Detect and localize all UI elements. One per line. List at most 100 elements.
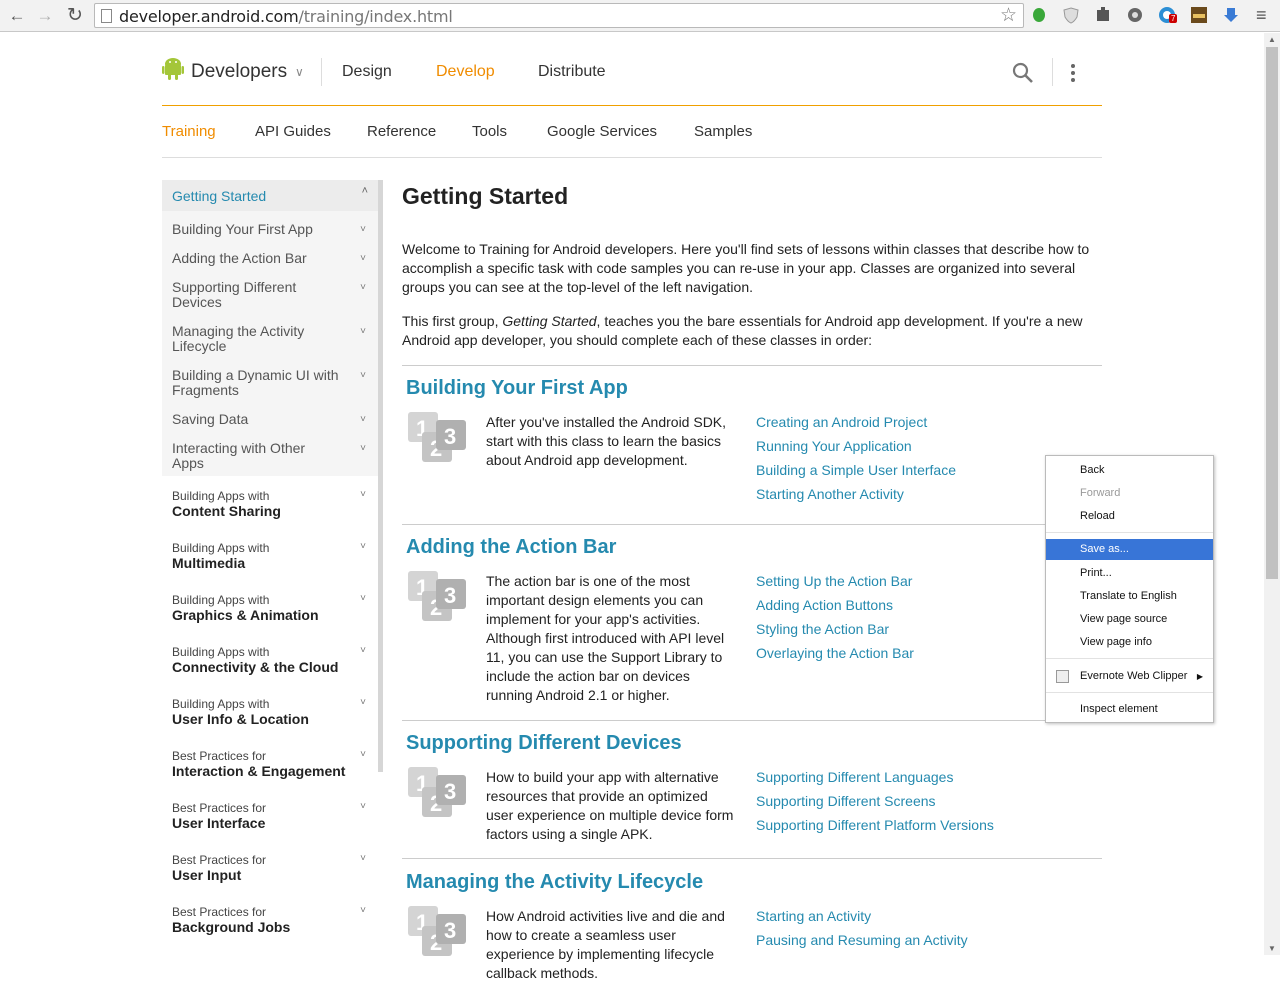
nav-item-different-devices[interactable]: Supporting Different Devices (172, 280, 312, 310)
chevron-down-icon[interactable]: ˅ (360, 697, 366, 708)
chevron-up-icon[interactable]: ˄ (362, 185, 368, 197)
lesson-link[interactable]: Adding Action Buttons (756, 593, 1076, 617)
globe-icon[interactable]: 7 (1158, 6, 1178, 24)
lesson-link[interactable]: Overlaying the Action Bar (756, 641, 1076, 665)
chevron-down-icon[interactable]: ˅ (360, 645, 366, 656)
nav-group-connectivity[interactable]: Building Apps with Connectivity & the Cl… (172, 645, 352, 675)
lesson-link[interactable]: Pausing and Resuming an Activity (756, 928, 1076, 952)
lesson-link[interactable]: Supporting Different Screens (756, 789, 1076, 813)
reload-button[interactable]: ↻ (64, 5, 86, 27)
lesson-link[interactable]: Supporting Different Languages (756, 765, 1076, 789)
evernote-icon[interactable] (1030, 6, 1048, 24)
nav-group-multimedia[interactable]: Building Apps with Multimedia (172, 541, 352, 571)
chevron-down-icon[interactable]: ˅ (360, 801, 366, 812)
nav-group-graphics[interactable]: Building Apps with Graphics & Animation (172, 593, 352, 623)
address-bar[interactable]: developer.android.com/training/index.htm… (94, 3, 1024, 28)
ctx-translate[interactable]: Translate to English (1046, 586, 1213, 607)
left-nav: Getting Started ˄ Building Your First Ap… (162, 180, 378, 955)
browser-menu-icon[interactable]: ≡ (1256, 5, 1267, 26)
chevron-down-icon[interactable]: ˅ (360, 905, 366, 916)
nav-item-activity-lifecycle[interactable]: Managing the Activity Lifecycle (172, 324, 322, 354)
lesson-link[interactable]: Creating an Android Project (756, 410, 1076, 434)
url-text[interactable]: developer.android.com/training/index.htm… (119, 7, 453, 26)
chevron-down-icon[interactable]: ˅ (360, 749, 366, 760)
tab-google-services[interactable]: Google Services (547, 123, 657, 140)
gear-icon[interactable] (1126, 6, 1144, 24)
ctx-back[interactable]: Back (1046, 460, 1213, 481)
ctx-view-info[interactable]: View page info (1046, 632, 1213, 653)
nav-group-content-sharing[interactable]: Building Apps with Content Sharing (172, 489, 352, 519)
page-scrollbar[interactable]: ▲ ▼ (1264, 33, 1280, 955)
chevron-down-icon[interactable]: ˅ (360, 253, 366, 264)
ctx-print[interactable]: Print... (1046, 563, 1213, 584)
tab-training[interactable]: Training (162, 123, 216, 140)
chevron-down-icon[interactable]: ˅ (360, 370, 366, 381)
tab-reference[interactable]: Reference (367, 123, 436, 140)
nav-item-other-apps[interactable]: Interacting with Other Apps (172, 441, 322, 471)
nav-group-background-jobs[interactable]: Best Practices for Background Jobs (172, 905, 352, 935)
lesson-steps-icon: 1 2 3 (408, 906, 466, 956)
back-button[interactable]: ← (6, 5, 28, 27)
nav-group-interaction[interactable]: Best Practices for Interaction & Engagem… (172, 749, 352, 779)
nav-group-user-info[interactable]: Building Apps with User Info & Location (172, 697, 352, 727)
forward-button[interactable]: → (34, 5, 56, 27)
nav-distribute[interactable]: Distribute (538, 63, 606, 81)
tab-api-guides[interactable]: API Guides (255, 123, 331, 140)
lesson-link[interactable]: Supporting Different Platform Versions (756, 813, 1076, 837)
nav-item-saving-data[interactable]: Saving Data (172, 412, 342, 427)
ctx-evernote[interactable]: Evernote Web Clipper ▶ (1046, 666, 1213, 687)
section-description: How to build your app with alternative r… (486, 769, 734, 842)
chevron-down-icon[interactable]: ˅ (360, 853, 366, 864)
chevron-down-icon[interactable]: ˅ (360, 282, 366, 293)
section-links: Starting an Activity Pausing and Resumin… (756, 904, 1076, 952)
bookmark-star-icon[interactable]: ☆ (1000, 4, 1017, 27)
ctx-reload[interactable]: Reload (1046, 506, 1213, 527)
more-vert-icon[interactable] (1070, 63, 1076, 83)
ctx-inspect[interactable]: Inspect element (1046, 699, 1213, 720)
nav-item-building-first-app[interactable]: Building Your First App (172, 222, 342, 237)
lesson-link[interactable]: Setting Up the Action Bar (756, 569, 1076, 593)
brand-title[interactable]: Developers (191, 61, 287, 83)
section-title[interactable]: Building Your First App (406, 377, 628, 400)
chevron-down-icon[interactable]: ˅ (360, 443, 366, 454)
chevron-down-icon[interactable]: ˅ (360, 593, 366, 604)
lesson-link[interactable]: Styling the Action Bar (756, 617, 1076, 641)
lesson-link[interactable]: Starting Another Activity (756, 482, 1076, 506)
section-title[interactable]: Adding the Action Bar (406, 536, 616, 559)
left-nav-scrollbar[interactable] (378, 180, 383, 772)
nav-group-title: Content Sharing (172, 503, 281, 519)
chevron-down-icon[interactable]: ˅ (360, 541, 366, 552)
nav-item-action-bar[interactable]: Adding the Action Bar (172, 251, 342, 266)
scroll-down-icon[interactable]: ▼ (1268, 944, 1276, 953)
app-icon[interactable] (1190, 6, 1208, 24)
search-icon[interactable] (1012, 62, 1034, 84)
lesson-link[interactable]: Building a Simple User Interface (756, 458, 1076, 482)
scroll-up-icon[interactable]: ▲ (1268, 35, 1276, 44)
nav-group-user-interface[interactable]: Best Practices for User Interface (172, 801, 352, 831)
lesson-link[interactable]: Running Your Application (756, 434, 1076, 458)
ctx-save-as[interactable]: Save as... (1046, 539, 1213, 560)
chevron-down-icon[interactable]: ∨ (295, 65, 304, 79)
chevron-down-icon[interactable]: ˅ (360, 489, 366, 500)
scrollbar-thumb[interactable] (1266, 47, 1278, 579)
tab-samples[interactable]: Samples (694, 123, 752, 140)
section-title[interactable]: Managing the Activity Lifecycle (406, 871, 703, 894)
nav-group-title: Multimedia (172, 555, 246, 571)
nav-item-dynamic-ui[interactable]: Building a Dynamic UI with Fragments (172, 368, 342, 398)
tab-tools[interactable]: Tools (472, 123, 507, 140)
section-title[interactable]: Supporting Different Devices (406, 732, 682, 755)
chevron-down-icon[interactable]: ˅ (360, 326, 366, 337)
ctx-view-source[interactable]: View page source (1046, 609, 1213, 630)
nav-develop[interactable]: Develop (436, 63, 495, 81)
nav-group-user-input[interactable]: Best Practices for User Input (172, 853, 352, 883)
android-logo-icon[interactable] (162, 57, 184, 81)
chevron-down-icon[interactable]: ˅ (360, 414, 366, 425)
nav-header-getting-started[interactable]: Getting Started ˄ (162, 180, 378, 211)
lesson-link[interactable]: Starting an Activity (756, 904, 1076, 928)
download-icon[interactable] (1222, 6, 1240, 24)
puzzle-icon[interactable] (1094, 6, 1112, 24)
shield-icon[interactable] (1062, 6, 1080, 24)
nav-group-title: User Input (172, 867, 242, 883)
nav-design[interactable]: Design (342, 63, 392, 81)
chevron-down-icon[interactable]: ˅ (360, 224, 366, 235)
